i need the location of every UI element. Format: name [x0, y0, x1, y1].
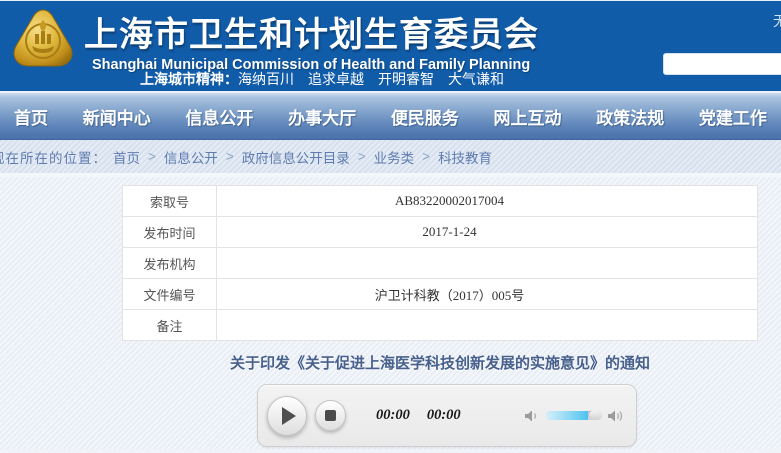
- nav-item-convenience[interactable]: 便民服务: [391, 104, 459, 129]
- volume-controls: [524, 408, 624, 424]
- play-icon: [282, 407, 296, 425]
- site-header: 上海市卫生和计划生育委员会 Shanghai Municipal Commiss…: [0, 0, 781, 91]
- current-time: 00:00: [376, 407, 410, 424]
- row-value-remarks: [217, 310, 758, 341]
- volume-handle[interactable]: [588, 411, 602, 420]
- time-display: 00:00 00:00: [376, 407, 461, 424]
- main-nav: 首页 新闻中心 信息公开 办事大厅 便民服务 网上互动 政策法规 党建工作: [0, 93, 781, 140]
- total-time: 00:00: [427, 407, 461, 424]
- breadcrumb-location-label: 现在所在的位置：: [0, 147, 107, 167]
- breadcrumb-item-business[interactable]: 业务类: [374, 147, 415, 167]
- row-label-publish-date: 发布时间: [123, 217, 217, 248]
- breadcrumb: 现在所在的位置： 首页 > 信息公开 > 政府信息公开目录 > 业务类 > 科技…: [0, 140, 781, 177]
- document-title: 关于印发《关于促进上海医学科技创新发展的实施意见》的通知: [122, 352, 758, 373]
- breadcrumb-separator-icon: >: [148, 149, 156, 164]
- breadcrumb-separator-icon: >: [422, 149, 430, 164]
- stop-icon: [325, 410, 336, 421]
- table-row: 发布机构: [123, 248, 758, 279]
- nav-item-service-hall[interactable]: 办事大厅: [288, 104, 356, 129]
- stop-button[interactable]: [315, 400, 346, 431]
- search-input[interactable]: [663, 53, 781, 75]
- volume-fill: [546, 411, 588, 420]
- nav-item-news[interactable]: 新闻中心: [83, 104, 151, 129]
- volume-down-icon[interactable]: [524, 408, 541, 424]
- breadcrumb-separator-icon: >: [226, 149, 234, 164]
- row-label-remarks: 备注: [123, 310, 217, 341]
- table-row: 索取号 AB83220002017004: [123, 186, 758, 217]
- slogan-text: 海纳百川 追求卓越 开明睿智 大气谦和: [238, 71, 504, 87]
- breadcrumb-separator-icon: >: [358, 149, 366, 164]
- volume-up-icon[interactable]: [607, 408, 624, 424]
- table-row: 备注: [123, 310, 758, 341]
- nav-item-policy[interactable]: 政策法规: [596, 104, 664, 129]
- main-content: 索取号 AB83220002017004 发布时间 2017-1-24 发布机构…: [0, 177, 781, 449]
- table-row: 发布时间 2017-1-24: [123, 217, 758, 248]
- audio-player: 00:00 00:00: [257, 384, 637, 447]
- document-info-table: 索取号 AB83220002017004 发布时间 2017-1-24 发布机构…: [122, 185, 758, 341]
- row-label-publish-org: 发布机构: [123, 248, 217, 279]
- site-title-cn: 上海市卫生和计划生育委员会: [84, 7, 539, 56]
- row-value-index-no: AB83220002017004: [217, 186, 758, 217]
- play-button[interactable]: [267, 396, 307, 436]
- row-value-publish-org: [217, 248, 758, 279]
- row-value-doc-number: 沪卫计科教（2017）005号: [217, 279, 758, 310]
- slogan-label: 上海城市精神：: [140, 71, 238, 87]
- row-label-index-no: 索取号: [123, 186, 217, 217]
- breadcrumb-item-directory[interactable]: 政府信息公开目录: [242, 147, 350, 167]
- breadcrumb-item-info[interactable]: 信息公开: [164, 147, 218, 167]
- breadcrumb-item-scitech[interactable]: 科技教育: [438, 147, 492, 167]
- table-row: 文件编号 沪卫计科教（2017）005号: [123, 279, 758, 310]
- nav-item-home[interactable]: 首页: [14, 104, 48, 129]
- nav-item-info-public[interactable]: 信息公开: [185, 104, 253, 129]
- nav-item-party[interactable]: 党建工作: [699, 104, 767, 129]
- row-label-doc-number: 文件编号: [123, 279, 217, 310]
- accessibility-link[interactable]: 无: [773, 11, 781, 31]
- commission-logo-icon: [10, 8, 76, 72]
- breadcrumb-item-home[interactable]: 首页: [113, 147, 140, 167]
- row-value-publish-date: 2017-1-24: [217, 217, 758, 248]
- nav-item-interaction[interactable]: 网上互动: [494, 104, 562, 129]
- city-spirit-slogan: 上海城市精神：海纳百川 追求卓越 开明睿智 大气谦和: [140, 69, 504, 89]
- volume-slider[interactable]: [546, 411, 602, 420]
